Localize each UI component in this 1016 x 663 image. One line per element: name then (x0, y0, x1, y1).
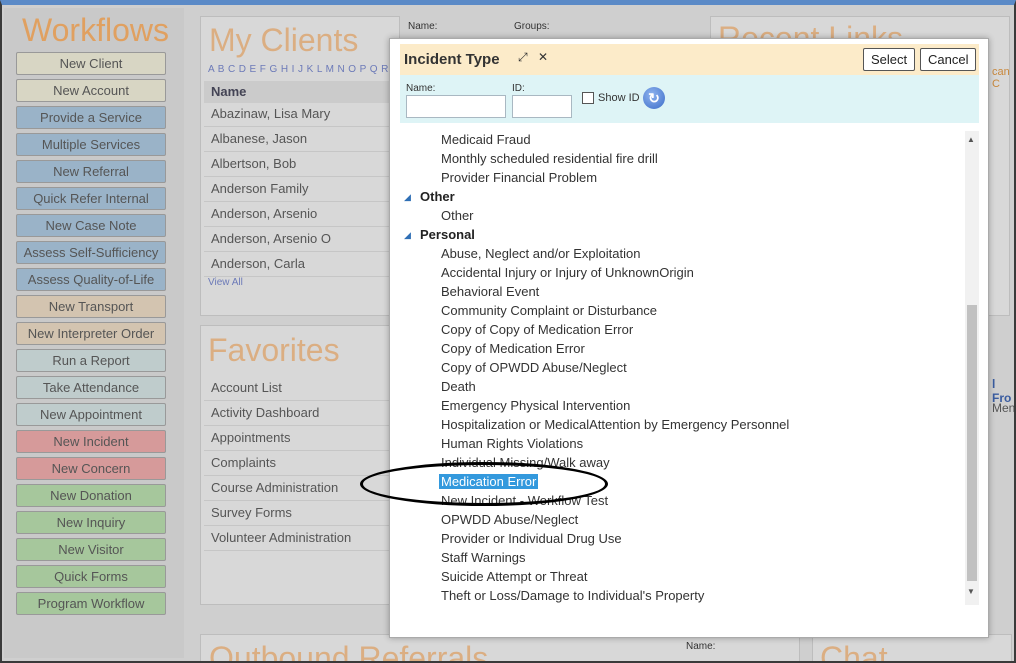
window-frame (0, 0, 1016, 663)
